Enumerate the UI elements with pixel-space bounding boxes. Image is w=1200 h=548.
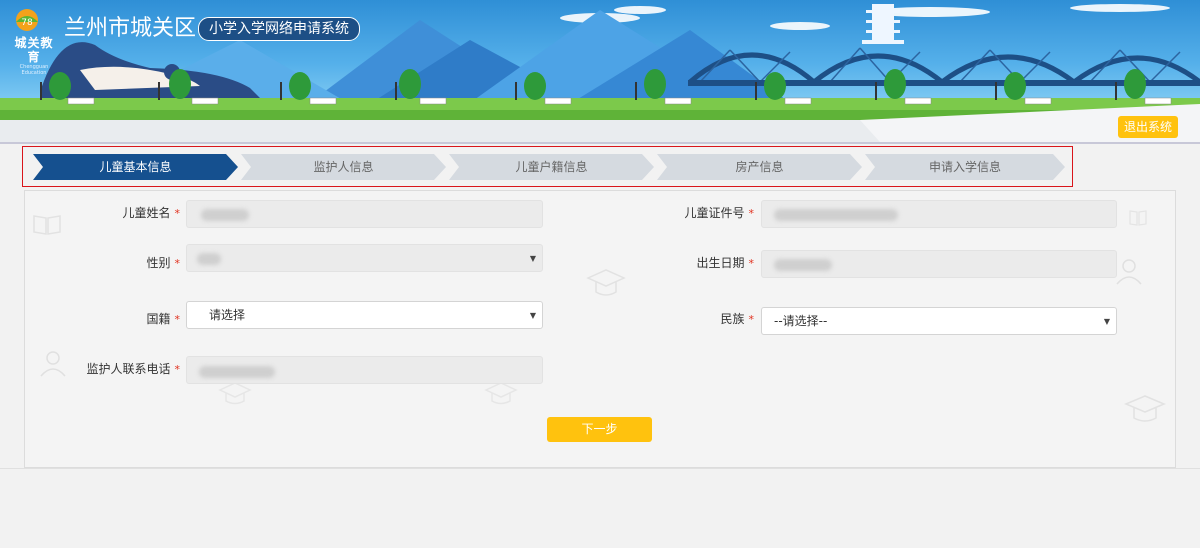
- logo-subtext: Chengguan Education: [19, 64, 49, 76]
- ethnicity-label: 民族 *: [720, 312, 754, 326]
- step-household-info[interactable]: 儿童户籍信息: [449, 154, 654, 180]
- book-icon: [1129, 210, 1147, 226]
- step-enrollment-info[interactable]: 申请入学信息: [865, 154, 1065, 180]
- step-guardian-info[interactable]: 监护人信息: [241, 154, 446, 180]
- nationality-value: 请选择: [209, 308, 246, 322]
- child-id-label: 儿童证件号 *: [684, 206, 754, 220]
- svg-text:78: 78: [21, 18, 33, 28]
- logo-mark-icon: 78: [16, 9, 38, 31]
- redacted-value: [199, 366, 275, 378]
- graduation-cap-icon: [586, 269, 626, 296]
- next-step-button[interactable]: 下一步: [547, 417, 652, 442]
- book-icon: [33, 215, 61, 235]
- header-banner: 78 城关教育 Chengguan Education 兰州市城关区 小学入学网…: [0, 0, 1200, 142]
- child-name-label: 儿童姓名 *: [122, 206, 180, 220]
- nationality-label: 国籍 *: [146, 312, 180, 326]
- ethnicity-value: --请选择--: [774, 314, 828, 328]
- step-label: 申请入学信息: [928, 160, 1001, 174]
- step-child-basic-info[interactable]: 儿童基本信息: [33, 154, 238, 180]
- step-property-info[interactable]: 房产信息: [657, 154, 862, 180]
- logo: 78 城关教育 Chengguan Education: [10, 6, 58, 76]
- chevron-down-icon: ▼: [529, 311, 536, 320]
- child-id-input[interactable]: [761, 200, 1117, 228]
- panel-divider: [0, 468, 1200, 469]
- step-label: 儿童户籍信息: [515, 160, 588, 174]
- guardian-phone-input[interactable]: [186, 356, 543, 384]
- redacted-value: [774, 259, 832, 271]
- gender-select[interactable]: ▼: [186, 244, 543, 272]
- exit-button[interactable]: 退出系统: [1118, 116, 1178, 138]
- guardian-phone-label: 监护人联系电话 *: [86, 362, 180, 376]
- logo-text: 城关教育: [14, 36, 54, 64]
- user-icon: [1116, 259, 1142, 285]
- step-wizard: 儿童基本信息 监护人信息 儿童户籍信息 房产信息 申请入学信息: [22, 146, 1073, 187]
- nationality-select[interactable]: 请选择 ▼: [186, 301, 543, 329]
- city-title: 兰州市城关区: [64, 16, 197, 41]
- step-label: 儿童基本信息: [99, 160, 172, 174]
- step-label: 监护人信息: [313, 160, 374, 174]
- system-title: 小学入学网络申请系统: [198, 17, 360, 41]
- step-label: 房产信息: [735, 160, 784, 174]
- redacted-value: [197, 253, 221, 265]
- gender-label: 性别 *: [146, 256, 180, 270]
- child-name-input[interactable]: [186, 200, 543, 228]
- birth-date-label: 出生日期 *: [696, 256, 754, 270]
- graduation-cap-icon: [1124, 395, 1166, 422]
- ethnicity-select[interactable]: --请选择-- ▼: [761, 307, 1117, 335]
- redacted-value: [774, 209, 898, 221]
- chevron-down-icon: ▼: [1103, 317, 1110, 326]
- redacted-value: [201, 209, 249, 221]
- header-divider: [0, 142, 1200, 144]
- birth-date-input[interactable]: [761, 250, 1117, 278]
- chevron-down-icon: ▼: [529, 254, 536, 263]
